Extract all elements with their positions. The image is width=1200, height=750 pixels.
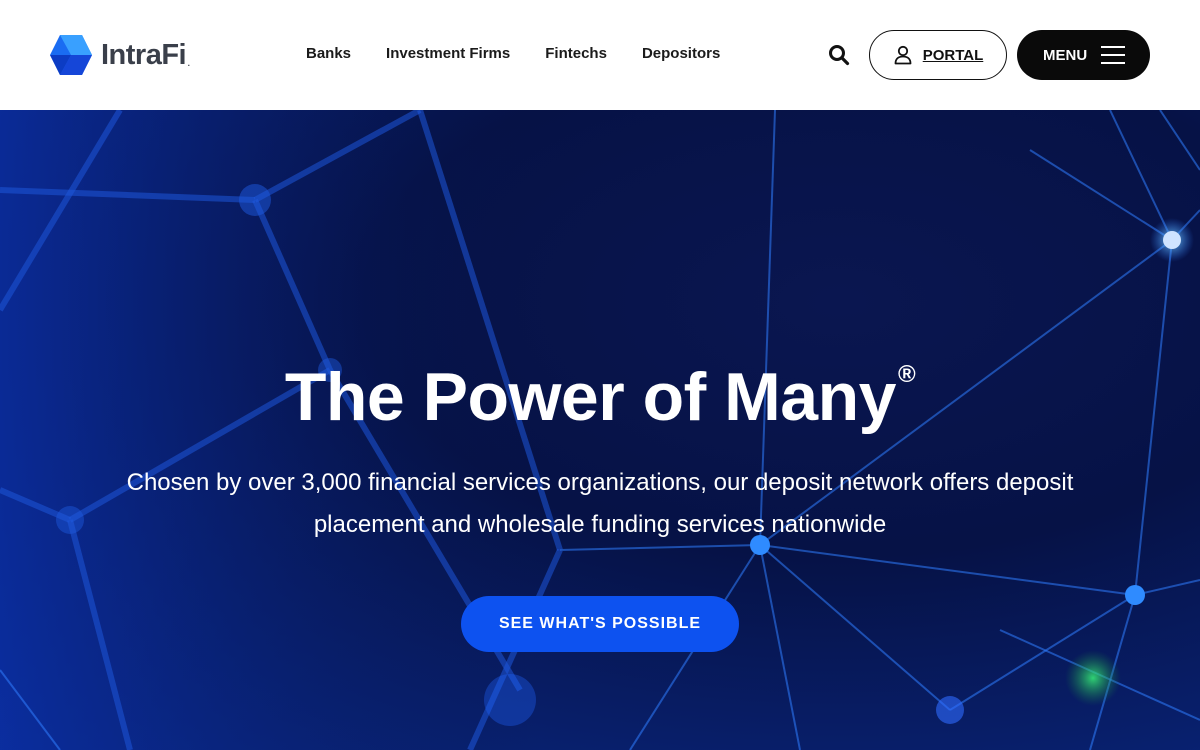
portal-label: PORTAL [922,46,984,64]
nav-item-investment-firms[interactable]: Investment Firms [386,45,510,62]
search-button[interactable] [828,44,850,66]
logo-trademark-dot: . [187,55,191,69]
intrafi-logo[interactable]: IntraFi . [50,35,190,75]
see-whats-possible-button[interactable]: SEE WHAT'S POSSIBLE [461,596,739,652]
nav-item-fintechs[interactable]: Fintechs [545,45,607,62]
hero-title-text: The Power of Many [284,359,897,435]
search-icon [829,45,850,66]
hero-section: The Power of Many® Chosen by over 3,000 … [0,110,1200,750]
user-icon [894,45,912,65]
registered-mark: ® [897,361,916,388]
menu-button[interactable]: MENU [1017,30,1150,80]
nav-item-banks[interactable]: Banks [306,45,351,62]
portal-button[interactable]: PORTAL [869,30,1007,80]
hero-title: The Power of Many® [0,358,1200,436]
hero-subtitle: Chosen by over 3,000 financial services … [126,469,1074,538]
logo-cube-icon [50,35,92,75]
menu-label: MENU [1043,46,1088,64]
site-header: IntraFi . Banks Investment Firms Fintech… [0,0,1200,110]
main-nav: Banks Investment Firms Fintechs Deposito… [306,45,755,62]
hamburger-icon [1101,46,1125,64]
logo-wordmark: IntraFi [101,38,187,71]
nav-item-depositors[interactable]: Depositors [642,45,720,62]
